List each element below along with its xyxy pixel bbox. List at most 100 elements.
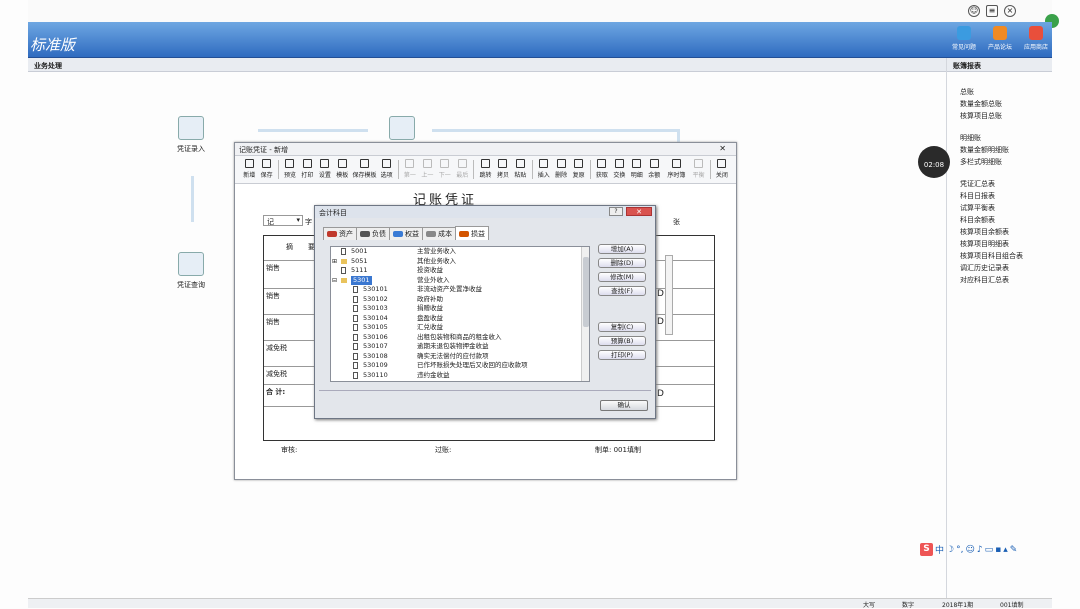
toolbar-button[interactable]: 设置 <box>317 158 333 181</box>
ime-toolbar[interactable]: S 中 ☽ °, ☺ ♪ ▭ ▪ ▴ ✎ <box>920 543 1017 556</box>
punct-icon[interactable]: °, <box>956 545 963 555</box>
toolbar-button[interactable]: 下一 <box>437 158 453 181</box>
toolbar-button[interactable]: 删除 <box>553 158 569 181</box>
tree-row[interactable]: ⊞ 5051 其他业务收入 <box>331 257 589 267</box>
wrench-icon[interactable]: ✎ <box>1010 545 1018 555</box>
tree-row[interactable]: 530104 盘盈收益 <box>331 314 589 324</box>
toolbar-button[interactable]: 交换 <box>611 158 627 181</box>
tree-row[interactable]: 5001 主营业务收入 <box>331 247 589 257</box>
dialog-action-button[interactable]: 删除(D) <box>598 258 646 268</box>
toolbar-button-label: 第一 <box>403 172 416 179</box>
toolbar-button[interactable]: 插入 <box>536 158 552 181</box>
toolbar-button[interactable]: 最后 <box>454 158 470 181</box>
ime-mode-icon[interactable]: 中 <box>935 543 944 556</box>
toolbar-button[interactable]: 预览 <box>282 158 298 181</box>
dialog-action-button[interactable]: 复制(C) <box>598 322 646 332</box>
toolbar-button[interactable]: 上一 <box>419 158 435 181</box>
tree-row[interactable]: 530106 出租包装物和商品的租金收入 <box>331 333 589 343</box>
zhang-label: 张 <box>673 218 680 226</box>
timer-overlay: 02:08 <box>918 146 950 178</box>
tree-row[interactable]: 530102 政府补助 <box>331 295 589 305</box>
tree-row[interactable]: 530103 捐赠收益 <box>331 304 589 314</box>
toolbar-button[interactable]: 拷贝 <box>495 158 511 181</box>
toolbar-button[interactable]: 复原 <box>570 158 586 181</box>
report-link[interactable]: 数量金额总账 <box>960 98 1050 110</box>
tree-row[interactable]: 530108 确实无法偿付的应付款项 <box>331 352 589 362</box>
report-link[interactable]: 调汇历史记录表 <box>960 262 1050 274</box>
report-link[interactable]: 科目日报表 <box>960 190 1050 202</box>
toolbar-button[interactable]: 跳转 <box>477 158 493 181</box>
toolbar-button[interactable]: 序时簿 <box>663 158 689 181</box>
toolbar-button[interactable]: 选项 <box>378 158 394 181</box>
toolbar-button[interactable]: 关闭 <box>714 158 730 181</box>
tree-row[interactable]: ⊟ 5301 营业外收入 <box>331 275 589 286</box>
toolbar-button[interactable]: 获取 <box>594 158 610 181</box>
voucher-type-select[interactable]: 记 ▾ <box>263 215 303 226</box>
emoji-icon[interactable]: ☺ <box>965 545 974 555</box>
tree-row[interactable]: 530101 非流动资产处置净收益 <box>331 285 589 295</box>
header-button[interactable]: 产品论坛 <box>984 26 1016 51</box>
sogou-icon[interactable]: S <box>920 543 933 556</box>
skin-icon[interactable]: ▪ <box>995 545 1001 555</box>
tab-权益[interactable]: 权益 <box>389 227 423 240</box>
dialog-action-button[interactable]: 查找(F) <box>598 286 646 296</box>
dialog-action-button[interactable]: 预算(B) <box>598 336 646 346</box>
tab-负债[interactable]: 负债 <box>356 227 390 240</box>
report-link[interactable]: 凭证汇总表 <box>960 178 1050 190</box>
dialog-action-button[interactable]: 修改(M) <box>598 272 646 282</box>
voucher-scrollbar[interactable] <box>665 255 673 335</box>
toolbar-button[interactable]: 打印 <box>299 158 315 181</box>
tab-资产[interactable]: 资产 <box>323 227 357 240</box>
close-icon[interactable]: × <box>1004 5 1016 17</box>
toolbar-button[interactable]: 模板 <box>334 158 350 181</box>
voucher-entry-button[interactable]: 凭证录入 <box>166 116 216 154</box>
ok-button[interactable]: 确认 <box>600 400 648 411</box>
help-icon[interactable]: ? <box>609 207 623 216</box>
tree-row[interactable]: 530105 汇兑收益 <box>331 323 589 333</box>
header-button[interactable]: 应用商店 <box>1020 26 1052 51</box>
close-icon[interactable]: ✕ <box>719 144 726 153</box>
toolbar-button[interactable]: 粘贴 <box>512 158 528 181</box>
shirt-icon[interactable]: ▴ <box>1003 545 1008 555</box>
account-tree[interactable]: 5001 主营业务收入 ⊞ 5051 其他业务收入 5111 投资收益 ⊟ 5301 营业外收入 5… <box>330 246 590 382</box>
toolbar-button[interactable]: 新增 <box>241 158 257 181</box>
toolbar-button[interactable]: 平衡 <box>690 158 706 181</box>
tree-row[interactable]: 5111 投资收益 <box>331 266 589 276</box>
toolbar-button[interactable]: 余额 <box>646 158 662 181</box>
tree-row[interactable]: 530109 已作坏账损失处理后又收回的应收款项 <box>331 361 589 371</box>
report-link[interactable]: 科目余额表 <box>960 214 1050 226</box>
message-icon[interactable]: ≡ <box>986 5 998 17</box>
toolbar-button[interactable]: 第一 <box>402 158 418 181</box>
report-link[interactable]: 核算项目科目组合表 <box>960 250 1050 262</box>
account-code: 5001 <box>351 247 368 255</box>
dialog-action-button[interactable]: 增加(A) <box>598 244 646 254</box>
report-link[interactable]: 核算项目总账 <box>960 110 1050 122</box>
tree-row[interactable]: 530110 违约金收益 <box>331 371 589 381</box>
header-button[interactable]: 常见问题 <box>948 26 980 51</box>
report-group: 凭证汇总表 科目日报表 试算平衡表 科目余额表 核算项目余额表 核算项目明细表 核算项目科目… <box>960 178 1050 286</box>
report-link[interactable]: 试算平衡表 <box>960 202 1050 214</box>
mic-icon[interactable]: ♪ <box>977 545 983 555</box>
smiley-icon[interactable]: ☺ <box>968 5 980 17</box>
tree-row[interactable]: 530107 逾期未退包装物押金收益 <box>331 342 589 352</box>
report-link[interactable]: 核算项目明细表 <box>960 238 1050 250</box>
close-icon[interactable]: ✕ <box>626 207 652 216</box>
toolbar-button[interactable]: 保存 <box>258 158 274 181</box>
report-link[interactable]: 总账 <box>960 86 1050 98</box>
toolbar-button[interactable]: 明细 <box>629 158 645 181</box>
expand-icon[interactable]: ⊞ <box>332 257 337 267</box>
report-link[interactable]: 核算项目余额表 <box>960 226 1050 238</box>
report-link[interactable]: 数量金额明细账 <box>960 144 1050 156</box>
report-link[interactable]: 对应科目汇总表 <box>960 274 1050 286</box>
collapse-icon[interactable]: ⊟ <box>332 276 337 286</box>
moon-icon[interactable]: ☽ <box>946 545 954 555</box>
report-link[interactable]: 明细账 <box>960 132 1050 144</box>
tab-成本[interactable]: 成本 <box>422 227 456 240</box>
voucher-query-button[interactable]: 凭证查询 <box>166 252 216 290</box>
report-link[interactable]: 多栏式明细账 <box>960 156 1050 168</box>
tab-损益[interactable]: 损益 <box>455 226 489 240</box>
keyboard-icon[interactable]: ▭ <box>985 545 994 555</box>
review-button[interactable] <box>377 116 427 144</box>
toolbar-button[interactable]: 保存模板 <box>351 158 377 181</box>
dialog-action-button[interactable]: 打印(P) <box>598 350 646 360</box>
